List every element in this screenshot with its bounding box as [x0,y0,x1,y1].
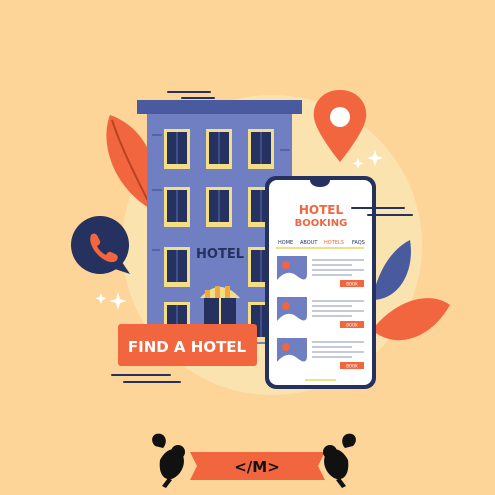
cherub-icon-right [323,433,356,488]
building-window [248,129,274,169]
nav-item-hotels[interactable]: HOTELS [324,240,344,246]
nav-item-faqs[interactable]: FAQS [352,240,365,246]
find-a-hotel-button[interactable]: FIND A HOTEL [118,324,257,366]
building-window [164,187,190,227]
building-window [206,129,232,169]
app-title-line1: HOTEL [299,203,344,217]
hotel-booking-illustration: HOTEL FIND A HOTEL HOTEL BOOKING HOME AB… [0,0,495,495]
book-button-label: BOOK [346,282,358,287]
hotel-sign: HOTEL [196,247,244,262]
find-a-hotel-label: FIND A HOTEL [128,338,247,356]
building-window [164,247,190,287]
building-window [206,187,232,227]
book-button-label: BOOK [346,323,358,328]
cherub-icon-left [152,433,185,488]
nav-item-home[interactable]: HOME [278,240,293,246]
app-title-line2: BOOKING [295,218,348,229]
nav-item-about[interactable]: ABOUT [300,240,318,246]
phone-icon [71,216,130,274]
watermark-logo: </M> [152,433,356,488]
book-button-label: BOOK [346,364,358,369]
watermark-text: </M> [234,458,280,476]
illustration-canvas: HOTEL FIND A HOTEL HOTEL BOOKING HOME AB… [71,90,450,488]
building-window [164,129,190,169]
